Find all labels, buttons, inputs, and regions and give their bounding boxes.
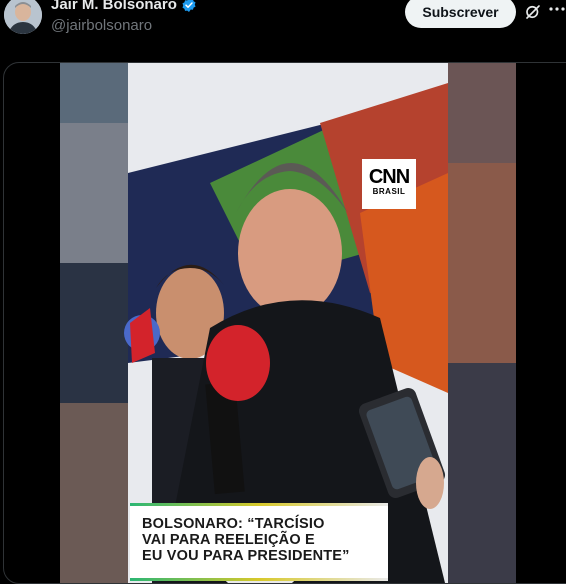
avatar[interactable]	[4, 0, 42, 34]
post-header: Jair M. Bolsonaro @jairbolsonaro Subscre…	[0, 0, 566, 56]
author-handle[interactable]: @jairbolsonaro	[51, 17, 152, 35]
caption-bottom-stripe	[130, 578, 388, 581]
author-name-row[interactable]: Jair M. Bolsonaro	[51, 0, 197, 14]
subscribe-button[interactable]: Subscrever	[405, 0, 516, 28]
media-container[interactable]: CNN BRASIL BOLSONARO: “TARCÍSIO VAI PARA…	[3, 62, 566, 584]
caption-top-stripe	[130, 503, 388, 506]
logo-main-text: CNN	[368, 166, 410, 188]
grok-icon[interactable]	[524, 3, 542, 21]
cnn-brasil-logo: CNN BRASIL	[362, 159, 416, 209]
verified-badge-icon[interactable]	[181, 0, 197, 13]
logo-sub-text: BRASIL	[372, 187, 406, 196]
video-caption-text: BOLSONARO: “TARCÍSIO VAI PARA REELEIÇÃO …	[142, 516, 350, 564]
author-name[interactable]: Jair M. Bolsonaro	[51, 0, 177, 14]
more-icon[interactable]	[548, 0, 566, 24]
video-caption-banner: BOLSONARO: “TARCÍSIO VAI PARA REELEIÇÃO …	[130, 503, 388, 581]
